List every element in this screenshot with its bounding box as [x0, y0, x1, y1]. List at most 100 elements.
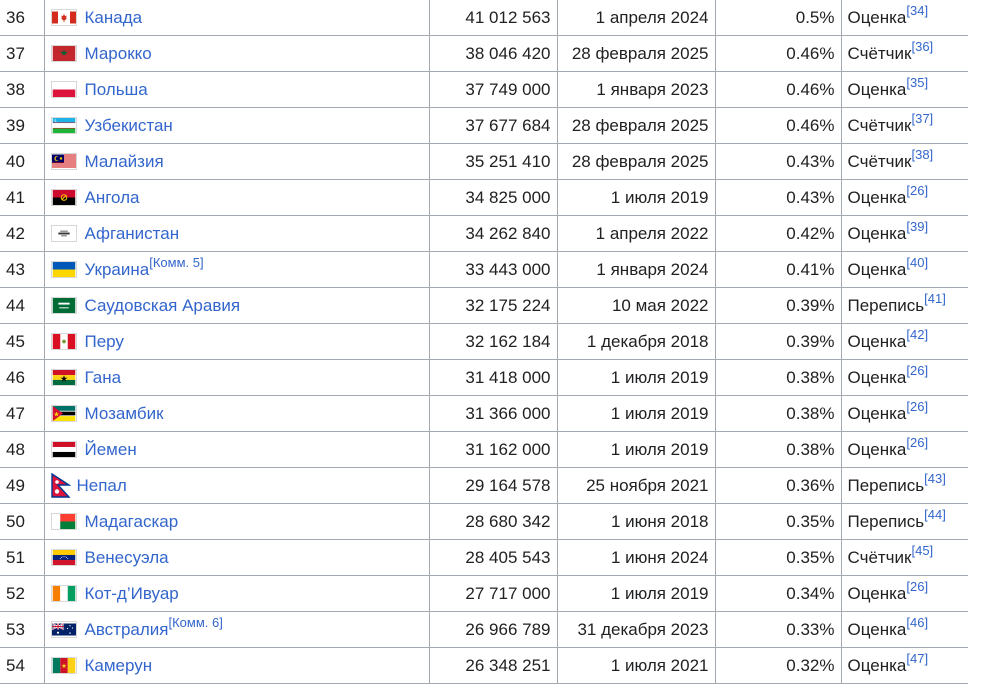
rank-cell: 40 [0, 143, 45, 180]
country-link[interactable]: Марокко [85, 44, 152, 63]
poland-flag-icon[interactable] [50, 80, 77, 98]
table-row: 43 Украина[Комм. 5] 33 443 000 1 января 202… [0, 251, 969, 288]
reference-link[interactable]: [26] [906, 363, 928, 378]
source-type: Счётчик [847, 547, 912, 567]
ghana-flag-icon[interactable] [50, 368, 77, 386]
country-link[interactable]: Перу [85, 332, 124, 351]
country-link[interactable]: Камерун [85, 656, 153, 675]
footnote-link[interactable]: [Комм. 6] [169, 615, 223, 630]
cameroon-flag-icon[interactable] [50, 656, 77, 674]
angola-flag-icon[interactable] [50, 188, 77, 206]
country-link[interactable]: Саудовская Аравия [85, 296, 241, 315]
date-cell: 1 июня 2018 [556, 503, 716, 540]
australia-flag-icon[interactable] [50, 620, 77, 638]
population-cell: 33 443 000 [428, 251, 558, 288]
country-link[interactable]: Канада [85, 8, 143, 27]
table-row: 48 Йемен 31 162 000 1 июля 2019 0.38% Оценка[… [0, 431, 969, 468]
source-type: Перепись [847, 475, 925, 495]
country-cell: Мозамбик [43, 395, 430, 432]
population-cell: 32 162 184 [428, 323, 558, 360]
rank-cell: 38 [0, 71, 45, 108]
rank-cell: 49 [0, 467, 45, 504]
malaysia-flag-icon[interactable] [50, 152, 77, 170]
country-cell: Мадагаскар [43, 503, 430, 540]
source-type: Счётчик [847, 43, 912, 63]
reference-link[interactable]: [37] [911, 111, 933, 126]
percent-cell: 0.32% [714, 647, 842, 684]
country-link[interactable]: Непал [77, 476, 127, 495]
saudi-flag-icon[interactable] [50, 296, 77, 314]
country-cell: Ангола [43, 179, 430, 216]
nepal-flag-icon[interactable] [50, 473, 71, 498]
percent-cell: 0.39% [714, 287, 842, 324]
date-cell: 1 января 2023 [556, 71, 716, 108]
source-cell: Оценка[46] [840, 611, 969, 648]
source-cell: Счётчик[36] [840, 35, 969, 72]
morocco-flag-icon[interactable] [50, 44, 77, 62]
ukraine-flag-icon[interactable] [50, 260, 77, 278]
country-link[interactable]: Йемен [85, 440, 137, 459]
reference-link[interactable]: [47] [906, 651, 928, 666]
madagascar-flag-icon[interactable] [50, 512, 77, 530]
reference-link[interactable]: [39] [906, 219, 928, 234]
reference-link[interactable]: [43] [924, 471, 946, 486]
footnote-link[interactable]: [Комм. 5] [149, 255, 203, 270]
country-cell: Саудовская Аравия [43, 287, 430, 324]
population-cell: 38 046 420 [428, 35, 558, 72]
ivorycoast-flag-icon[interactable] [50, 584, 77, 602]
table-row: 40 Малайзия 35 251 410 28 февраля 2025 0.43%… [0, 143, 969, 180]
yemen-flag-icon[interactable] [50, 440, 77, 458]
source-cell: Оценка[26] [840, 575, 969, 612]
reference-link[interactable]: [40] [906, 255, 928, 270]
reference-link[interactable]: [34] [906, 3, 928, 18]
uzbekistan-flag-icon[interactable] [50, 116, 77, 134]
rank-cell: 52 [0, 575, 45, 612]
country-link[interactable]: Мозамбик [85, 404, 164, 423]
country-link[interactable]: Узбекистан [85, 116, 173, 135]
reference-link[interactable]: [44] [924, 507, 946, 522]
source-type: Оценка [847, 583, 907, 603]
percent-cell: 0.38% [714, 395, 842, 432]
country-link[interactable]: Австралия [85, 620, 169, 639]
reference-link[interactable]: [41] [924, 291, 946, 306]
peru-flag-icon[interactable] [50, 332, 77, 350]
reference-link[interactable]: [26] [906, 183, 928, 198]
country-link[interactable]: Ангола [85, 188, 140, 207]
date-cell: 1 июля 2019 [556, 179, 716, 216]
rank-cell: 42 [0, 215, 45, 252]
country-link[interactable]: Польша [85, 80, 148, 99]
reference-link[interactable]: [45] [911, 543, 933, 558]
reference-link[interactable]: [42] [906, 327, 928, 342]
country-link[interactable]: Венесуэла [85, 548, 169, 567]
reference-link[interactable]: [35] [906, 75, 928, 90]
country-link[interactable]: Кот-д’Ивуар [85, 584, 179, 603]
table-row: 52 Кот-д’Ивуар 27 717 000 1 июля 2019 0.34% О… [0, 575, 969, 612]
rank-cell: 44 [0, 287, 45, 324]
country-link[interactable]: Малайзия [85, 152, 164, 171]
country-cell: Перу [43, 323, 430, 360]
source-cell: Оценка[40] [840, 251, 969, 288]
reference-link[interactable]: [26] [906, 435, 928, 450]
reference-link[interactable]: [46] [906, 615, 928, 630]
reference-link[interactable]: [26] [906, 399, 928, 414]
rank-cell: 47 [0, 395, 45, 432]
mozambique-flag-icon[interactable] [50, 404, 77, 422]
venezuela-flag-icon[interactable] [50, 548, 77, 566]
table-row: 45 Перу 32 162 184 1 декабря 2018 0.39% Оценк… [0, 323, 969, 360]
reference-link[interactable]: [38] [911, 147, 933, 162]
country-link[interactable]: Мадагаскар [85, 512, 179, 531]
canada-flag-icon[interactable] [50, 8, 77, 26]
source-cell: Оценка[26] [840, 359, 969, 396]
country-cell: Австралия[Комм. 6] [43, 611, 430, 648]
table-row: 39 Узбекистан 37 677 684 28 февраля 2025 0.4… [0, 107, 969, 144]
country-link[interactable]: Украина [85, 260, 150, 279]
source-cell: Счётчик[45] [840, 539, 969, 576]
country-link[interactable]: Гана [85, 368, 122, 387]
country-link[interactable]: Афганистан [85, 224, 180, 243]
source-type: Оценка [847, 331, 907, 351]
source-type: Оценка [847, 655, 907, 675]
source-type: Оценка [847, 259, 907, 279]
reference-link[interactable]: [26] [906, 579, 928, 594]
afghanistan-flag-icon[interactable] [50, 224, 77, 242]
reference-link[interactable]: [36] [911, 39, 933, 54]
